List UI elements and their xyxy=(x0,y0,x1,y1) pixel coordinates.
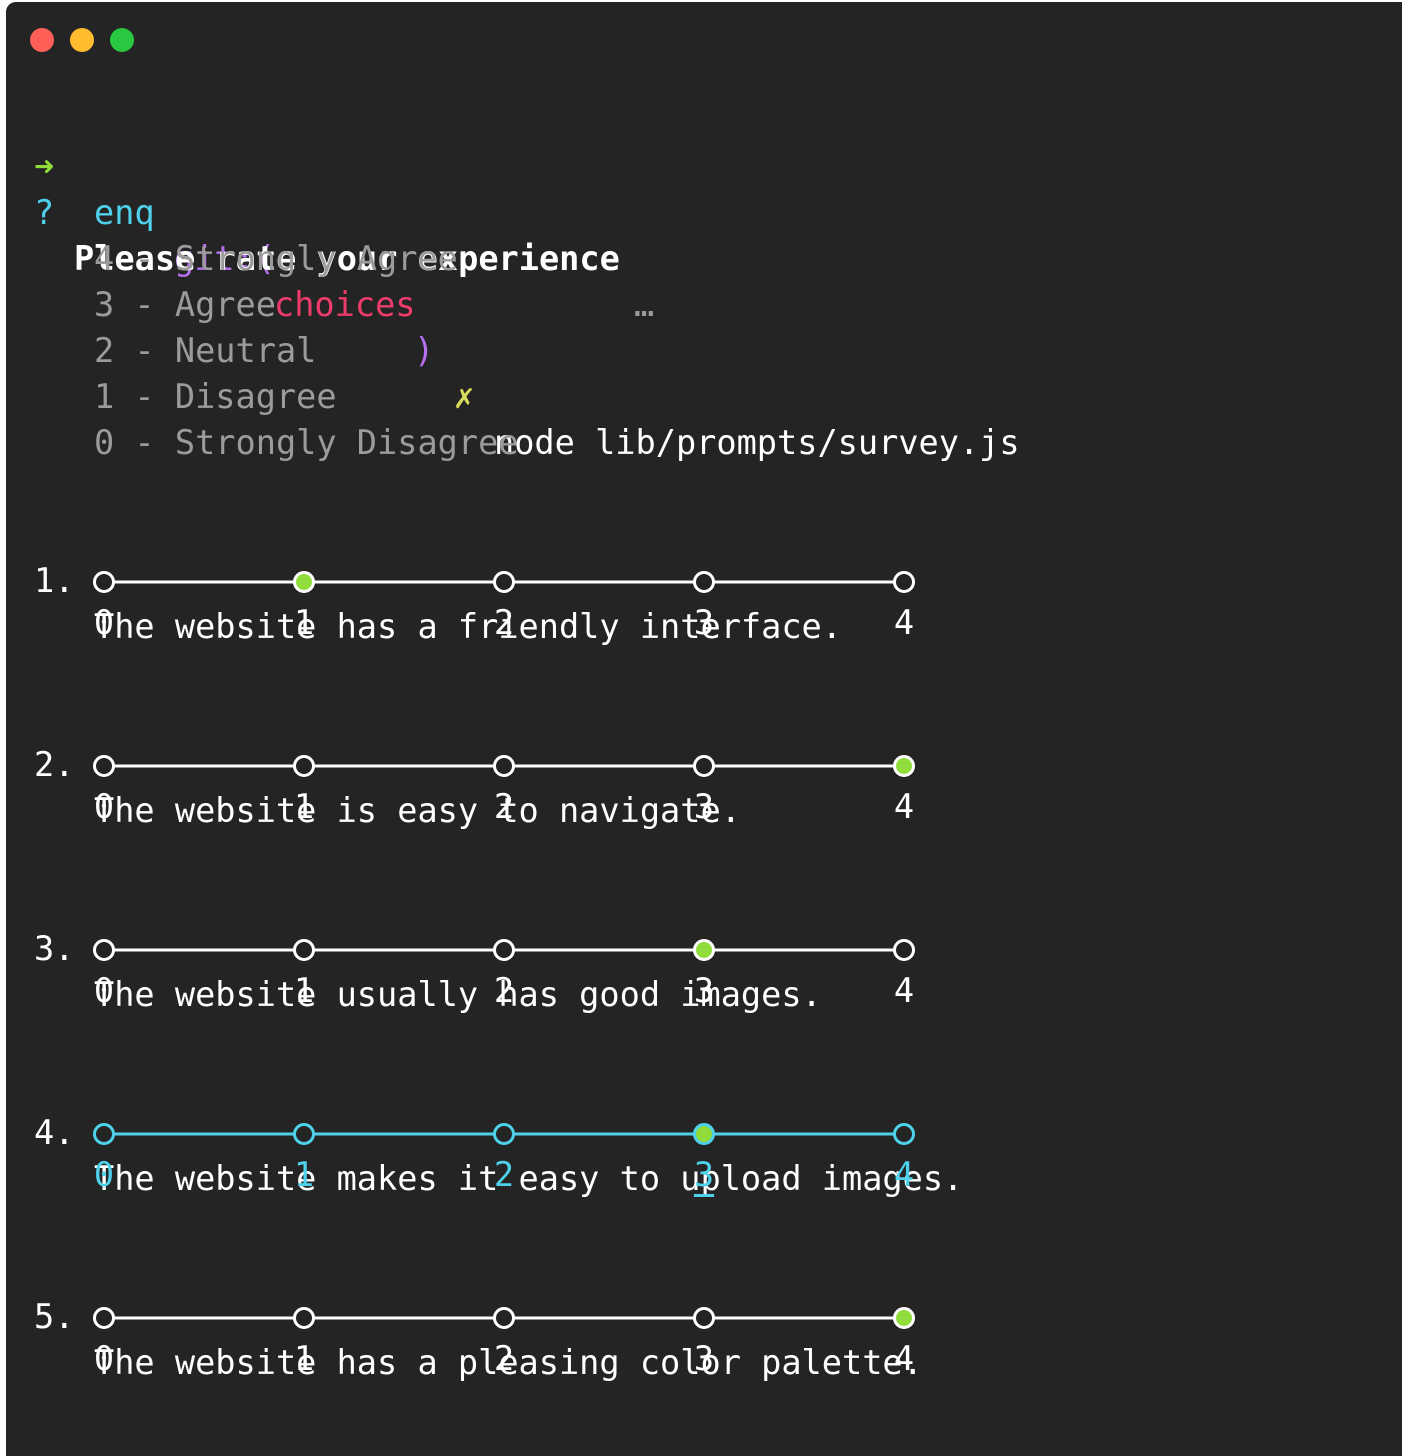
scale-option-selected[interactable] xyxy=(893,755,915,777)
scale-label: 3 xyxy=(693,1339,715,1378)
scale-label: 2 xyxy=(493,1339,515,1378)
scale-option[interactable] xyxy=(93,1123,115,1145)
scale-label: 3 xyxy=(693,1155,715,1194)
close-window-button[interactable] xyxy=(30,28,54,52)
scale-label: 4 xyxy=(893,1155,915,1194)
scale-label: 1 xyxy=(293,971,315,1010)
scale-label: 3 xyxy=(693,603,715,642)
rating-scale[interactable]: 0 1 2 3 4 xyxy=(6,1296,1006,1386)
rating-scale[interactable]: 0 1 2 3 4 xyxy=(6,928,1006,1018)
scale-track xyxy=(93,939,915,961)
git-close: ) xyxy=(414,331,435,370)
scale-label: 2 xyxy=(493,603,515,642)
question-line: ? Please rate your experience … xyxy=(6,144,654,324)
scale-label: 2 xyxy=(493,787,515,826)
scale-option[interactable] xyxy=(93,939,115,961)
scale-label: 1 xyxy=(293,1155,315,1194)
scale-track xyxy=(93,1307,915,1329)
scale-label: 2 xyxy=(493,1155,515,1194)
scale-label: 1 xyxy=(293,1339,315,1378)
scale-label: 2 xyxy=(493,971,515,1010)
scale-label: 1 xyxy=(293,787,315,826)
item-row: 5. The website has a pleasing color pale… xyxy=(6,1248,923,1382)
scale-option[interactable] xyxy=(493,939,515,961)
minimize-window-button[interactable] xyxy=(70,28,94,52)
scale-option[interactable] xyxy=(493,1307,515,1329)
scale-option[interactable] xyxy=(893,1123,915,1145)
scale-option[interactable] xyxy=(693,1307,715,1329)
scale-option-selected[interactable] xyxy=(693,939,715,961)
rating-scale[interactable]: 0 1 2 3 4 xyxy=(6,744,1006,834)
scale-label: 4 xyxy=(893,1339,915,1378)
command-line: ➜ enq git:( choices ) ✗ node lib/prompts… xyxy=(6,98,1020,462)
command-text: node lib/prompts/survey.js xyxy=(494,423,1020,462)
scale-label: 0 xyxy=(93,1339,115,1378)
maximize-window-button[interactable] xyxy=(110,28,134,52)
scale-option[interactable] xyxy=(93,1307,115,1329)
item-row: 2. The website is easy to navigate. xyxy=(6,696,741,830)
scale-option[interactable] xyxy=(693,571,715,593)
scale-option-selected[interactable] xyxy=(293,571,315,593)
git-branch: choices xyxy=(274,285,416,324)
scale-option[interactable] xyxy=(493,755,515,777)
current-directory: enq xyxy=(94,193,155,232)
scale-label: 4 xyxy=(893,787,915,826)
scale-option[interactable] xyxy=(293,1307,315,1329)
scale-label: 3 xyxy=(693,787,715,826)
scale-option[interactable] xyxy=(293,755,315,777)
legend-item: 3 - Agree xyxy=(94,285,276,324)
scale-label: 0 xyxy=(93,971,115,1010)
scale-label: 0 xyxy=(93,603,115,642)
question-mark-icon: ? xyxy=(34,193,55,232)
scale-label: 3 xyxy=(693,971,715,1010)
scale-label: 1 xyxy=(293,603,315,642)
scale-option[interactable] xyxy=(893,571,915,593)
item-row: 3. The website usually has good images. xyxy=(6,880,822,1014)
scale-option[interactable] xyxy=(293,939,315,961)
rating-scale[interactable]: 0 1 2 3 4 xyxy=(6,1112,1006,1202)
question-ellipsis: … xyxy=(634,285,655,324)
scale-option[interactable] xyxy=(293,1123,315,1145)
scale-label: 0 xyxy=(93,787,115,826)
scale-option[interactable] xyxy=(493,1123,515,1145)
scale-option[interactable] xyxy=(693,755,715,777)
scale-option[interactable] xyxy=(93,571,115,593)
legend-item: 0 - Strongly Disagree xyxy=(94,423,519,462)
scale-label: 4 xyxy=(893,971,915,1010)
terminal-window: ➜ enq git:( choices ) ✗ node lib/prompts… xyxy=(6,2,1402,1456)
item-row: 4. The website makes it easy to upload i… xyxy=(6,1064,963,1198)
scale-track xyxy=(93,571,915,593)
scale-option[interactable] xyxy=(893,939,915,961)
scale-option-selected[interactable] xyxy=(693,1123,715,1145)
scale-label: 4 xyxy=(893,603,915,642)
item-row: 1. The website has a friendly interface. xyxy=(6,512,842,646)
dirty-mark-icon: ✗ xyxy=(454,377,475,416)
scale-option-selected[interactable] xyxy=(893,1307,915,1329)
window-controls xyxy=(30,28,134,52)
legend-item: 1 - Disagree xyxy=(94,377,337,416)
legend-item: 4 - Strongly Agree xyxy=(94,239,458,278)
legend-item: 2 - Neutral xyxy=(94,331,317,370)
scale-option[interactable] xyxy=(93,755,115,777)
scale-track xyxy=(93,1123,915,1145)
scale-track xyxy=(93,755,915,777)
rating-scale[interactable]: 0 1 2 3 4 xyxy=(6,560,1006,650)
scale-option[interactable] xyxy=(493,571,515,593)
scale-label: 0 xyxy=(93,1155,115,1194)
